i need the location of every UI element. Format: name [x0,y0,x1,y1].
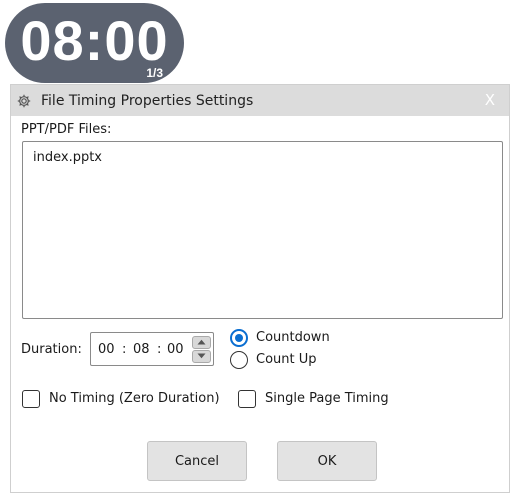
radio-count-up-label[interactable]: Count Up [256,352,317,368]
checkbox-no-timing-label[interactable]: No Timing (Zero Duration) [49,391,220,407]
checkbox-no-timing[interactable] [22,390,40,408]
files-list[interactable]: index.pptx [22,141,503,319]
files-label: PPT/PDF Files: [21,122,112,137]
radio-countdown-label[interactable]: Countdown [256,330,330,346]
ok-button[interactable]: OK [277,441,377,481]
chevron-up-icon [197,339,206,345]
duration-label: Duration: [21,342,82,357]
duration-seconds[interactable]: 00 [167,342,184,358]
duration-separator: : [157,342,162,357]
timer-display[interactable]: 08:00 1/3 [5,3,184,83]
duration-input[interactable]: 00 : 08 : 00 [90,332,214,366]
gear-icon [17,94,31,108]
checkbox-single-page-timing-label[interactable]: Single Page Timing [265,391,389,407]
cancel-button[interactable]: Cancel [147,441,247,481]
duration-hours[interactable]: 00 [98,342,115,358]
chevron-down-icon [197,353,206,359]
duration-separator: : [122,342,127,357]
timer-page-indicator: 1/3 [146,66,163,80]
radio-count-up[interactable] [230,351,248,369]
duration-minutes[interactable]: 08 [133,342,150,358]
radio-countdown[interactable] [230,329,248,347]
checkbox-single-page-timing[interactable] [238,390,256,408]
list-item[interactable]: index.pptx [33,150,102,166]
dialog-titlebar[interactable]: File Timing Properties Settings X [11,85,509,116]
increment-button[interactable] [192,336,211,349]
decrement-button[interactable] [192,350,211,363]
file-timing-dialog: File Timing Properties Settings X PPT/PD… [10,84,510,493]
dialog-title: File Timing Properties Settings [41,93,254,109]
close-icon[interactable]: X [485,91,495,109]
timer-time: 08:00 [20,9,169,72]
